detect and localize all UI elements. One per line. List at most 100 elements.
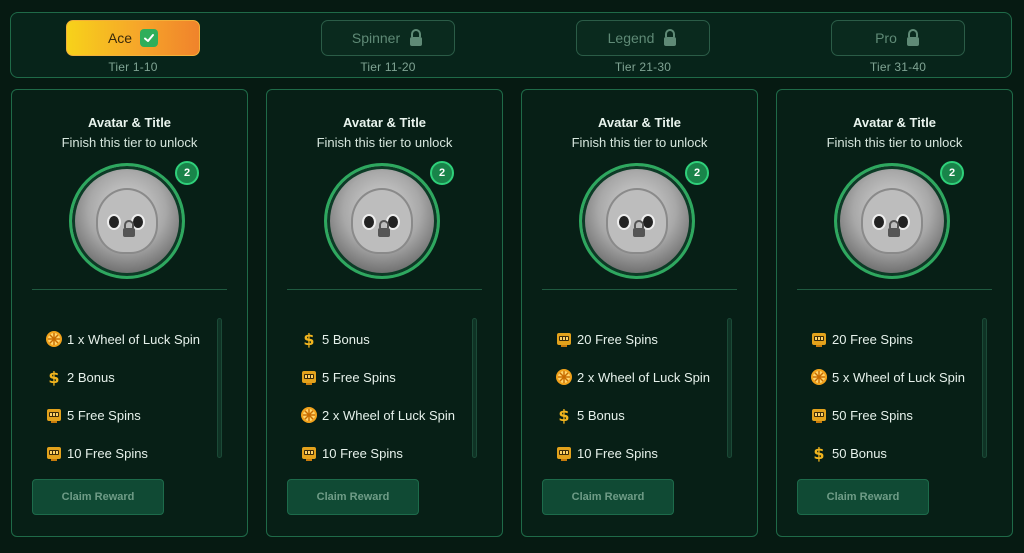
- reward-label: 2 x Wheel of Luck Spin: [577, 369, 710, 385]
- reward-list: 20 Free Spins 5 x Wheel of Luck Spin 50 …: [810, 320, 990, 472]
- tier-legend-button[interactable]: Legend: [576, 20, 710, 56]
- card-subtitle: Finish this tier to unlock: [571, 135, 708, 150]
- avatar: 2: [324, 161, 454, 283]
- tier-spinner[interactable]: Spinner Tier 11-20: [321, 20, 455, 74]
- reward-list: 20 Free Spins 2 x Wheel of Luck Spin $ 5…: [555, 320, 735, 472]
- card-title: Avatar & Title: [852, 115, 937, 130]
- lock-icon: [121, 220, 137, 238]
- svg-text:$: $: [813, 444, 824, 462]
- dollar-icon: $: [45, 368, 63, 386]
- scrollbar[interactable]: [727, 318, 732, 458]
- reward-label: 5 Bonus: [322, 331, 370, 347]
- avatar: 2: [834, 161, 964, 283]
- tier-pro-button[interactable]: Pro: [831, 20, 965, 56]
- reward-label: 5 Free Spins: [322, 369, 396, 385]
- card-subtitle: Finish this tier to unlock: [316, 135, 453, 150]
- lock-icon: [886, 220, 902, 238]
- tier-ace-range: Tier 1-10: [108, 60, 158, 74]
- claim-reward-button[interactable]: Claim Reward: [542, 479, 674, 515]
- reward-item: $ 5 Bonus: [555, 396, 735, 434]
- dollar-icon: $: [300, 330, 318, 348]
- dollar-icon: $: [555, 406, 573, 424]
- reward-label: 20 Free Spins: [832, 331, 913, 347]
- reward-label: 50 Free Spins: [832, 407, 913, 423]
- reward-item: 10 Free Spins: [555, 434, 735, 472]
- avatar-image: [324, 163, 440, 279]
- avatar-eye: [107, 214, 121, 230]
- reward-list: 1 x Wheel of Luck Spin $ 2 Bonus 5 Free …: [45, 320, 225, 472]
- claim-reward-button[interactable]: Claim Reward: [32, 479, 164, 515]
- reward-item: 50 Free Spins: [810, 396, 990, 434]
- tier-pro-label: Pro: [875, 30, 897, 46]
- divider: [542, 289, 737, 290]
- wheel-icon: [810, 368, 828, 386]
- reward-card: Avatar & Title Finish this tier to unloc…: [521, 89, 758, 537]
- avatar-count-badge: 2: [175, 161, 199, 185]
- avatar-eye: [872, 214, 886, 230]
- reward-list: $ 5 Bonus 5 Free Spins 2 x Wheel of Luck…: [300, 320, 480, 472]
- avatar-count-badge: 2: [430, 161, 454, 185]
- avatar-count-badge: 2: [685, 161, 709, 185]
- reward-label: 10 Free Spins: [577, 445, 658, 461]
- avatar-image: [69, 163, 185, 279]
- lock-icon: [631, 220, 647, 238]
- reward-label: 5 Bonus: [577, 407, 625, 423]
- reward-label: 5 Free Spins: [67, 407, 141, 423]
- card-subtitle: Finish this tier to unlock: [61, 135, 198, 150]
- reward-item: 2 x Wheel of Luck Spin: [300, 396, 480, 434]
- reward-label: 1 x Wheel of Luck Spin: [67, 331, 200, 347]
- wheel-icon: [300, 406, 318, 424]
- lock-icon: [408, 29, 424, 47]
- reward-label: 2 x Wheel of Luck Spin: [322, 407, 455, 423]
- reward-label: 10 Free Spins: [322, 445, 403, 461]
- tier-selector: Ace Tier 1-10 Spinner Tier 11-20 Legend …: [10, 12, 1012, 78]
- tier-ace-button[interactable]: Ace: [66, 20, 200, 56]
- scrollbar[interactable]: [472, 318, 477, 458]
- card-title: Avatar & Title: [87, 115, 172, 130]
- reward-item: 5 Free Spins: [45, 396, 225, 434]
- svg-text:$: $: [48, 368, 59, 386]
- reward-item: 10 Free Spins: [300, 434, 480, 472]
- lock-icon: [376, 220, 392, 238]
- tier-legend[interactable]: Legend Tier 21-30: [576, 20, 710, 74]
- avatar: 2: [579, 161, 709, 283]
- slot-icon: [555, 444, 573, 462]
- card-title: Avatar & Title: [342, 115, 427, 130]
- claim-reward-button[interactable]: Claim Reward: [797, 479, 929, 515]
- slot-icon: [300, 368, 318, 386]
- tier-pro[interactable]: Pro Tier 31-40: [831, 20, 965, 74]
- svg-text:$: $: [558, 406, 569, 424]
- avatar-eye: [617, 214, 631, 230]
- reward-card: Avatar & Title Finish this tier to unloc…: [776, 89, 1013, 537]
- card-title: Avatar & Title: [597, 115, 682, 130]
- reward-item: $ 5 Bonus: [300, 320, 480, 358]
- reward-item: $ 50 Bonus: [810, 434, 990, 472]
- tier-ace[interactable]: Ace Tier 1-10: [66, 20, 200, 74]
- tier-spinner-button[interactable]: Spinner: [321, 20, 455, 56]
- divider: [32, 289, 227, 290]
- claim-reward-button[interactable]: Claim Reward: [287, 479, 419, 515]
- tier-legend-range: Tier 21-30: [614, 60, 672, 74]
- card-subtitle: Finish this tier to unlock: [826, 135, 963, 150]
- reward-label: 2 Bonus: [67, 369, 115, 385]
- scrollbar[interactable]: [217, 318, 222, 458]
- reward-card: Avatar & Title Finish this tier to unloc…: [11, 89, 248, 537]
- reward-item: 5 x Wheel of Luck Spin: [810, 358, 990, 396]
- dollar-icon: $: [810, 444, 828, 462]
- avatar-eye: [362, 214, 376, 230]
- avatar-image: [834, 163, 950, 279]
- scrollbar[interactable]: [982, 318, 987, 458]
- wheel-icon: [555, 368, 573, 386]
- reward-item: 1 x Wheel of Luck Spin: [45, 320, 225, 358]
- avatar: 2: [69, 161, 199, 283]
- slot-icon: [300, 444, 318, 462]
- reward-item: 10 Free Spins: [45, 434, 225, 472]
- reward-label: 5 x Wheel of Luck Spin: [832, 369, 965, 385]
- reward-card: Avatar & Title Finish this tier to unloc…: [266, 89, 503, 537]
- reward-item: 20 Free Spins: [810, 320, 990, 358]
- lock-icon: [905, 29, 921, 47]
- slot-icon: [810, 406, 828, 424]
- wheel-icon: [45, 330, 63, 348]
- divider: [287, 289, 482, 290]
- reward-item: 20 Free Spins: [555, 320, 735, 358]
